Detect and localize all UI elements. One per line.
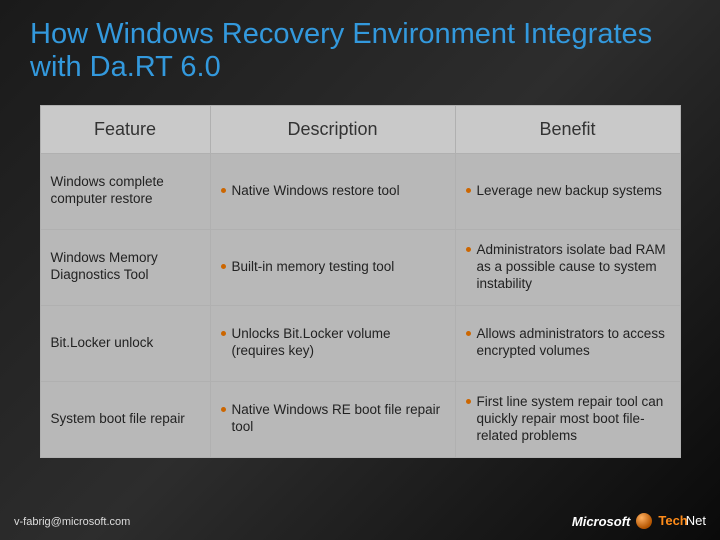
cell-benefit: Administrators isolate bad RAM as a poss… — [455, 229, 680, 305]
footer-email: v-fabrig@microsoft.com — [14, 516, 130, 528]
cell-text: Allows administrators to access encrypte… — [477, 326, 670, 360]
cell-description: Native Windows RE boot file repair tool — [210, 381, 455, 457]
cell-text: Administrators isolate bad RAM as a poss… — [477, 242, 670, 293]
bullet-icon — [221, 407, 226, 412]
bullet-icon — [466, 188, 471, 193]
cell-benefit: Leverage new backup systems — [455, 153, 680, 229]
table-row: System boot file repair Native Windows R… — [40, 381, 680, 457]
cell-description: Native Windows restore tool — [210, 153, 455, 229]
cell-text: Leverage new backup systems — [477, 183, 662, 200]
table-row: Bit.Locker unlock Unlocks Bit.Locker vol… — [40, 305, 680, 381]
cell-benefit: Allows administrators to access encrypte… — [455, 305, 680, 381]
table-row: Windows complete computer restore Native… — [40, 153, 680, 229]
header-description: Description — [210, 105, 455, 153]
table-header-row: Feature Description Benefit — [40, 105, 680, 153]
cell-text: Native Windows RE boot file repair tool — [232, 402, 445, 436]
brand-company: Microsoft — [572, 514, 631, 529]
cell-description: Unlocks Bit.Locker volume (requires key) — [210, 305, 455, 381]
cell-benefit: First line system repair tool can quickl… — [455, 381, 680, 457]
feature-table: Feature Description Benefit Windows comp… — [40, 105, 681, 458]
cell-text: Unlocks Bit.Locker volume (requires key) — [232, 326, 445, 360]
bullet-icon — [221, 188, 226, 193]
sphere-icon — [636, 513, 652, 529]
bullet-icon — [466, 247, 471, 252]
header-feature: Feature — [40, 105, 210, 153]
bullet-icon — [221, 264, 226, 269]
cell-feature: Windows complete computer restore — [40, 153, 210, 229]
brand-product-b: Net — [686, 513, 706, 528]
bullet-icon — [221, 331, 226, 336]
cell-feature: System boot file repair — [40, 381, 210, 457]
header-benefit: Benefit — [455, 105, 680, 153]
page-title: How Windows Recovery Environment Integra… — [30, 18, 690, 85]
bullet-icon — [466, 331, 471, 336]
cell-feature: Bit.Locker unlock — [40, 305, 210, 381]
bullet-icon — [466, 399, 471, 404]
cell-feature: Windows Memory Diagnostics Tool — [40, 229, 210, 305]
table-row: Windows Memory Diagnostics Tool Built-in… — [40, 229, 680, 305]
cell-text: First line system repair tool can quickl… — [477, 394, 670, 445]
brand-logo: Microsoft TechNet — [572, 512, 706, 530]
cell-text: Native Windows restore tool — [232, 183, 400, 200]
brand-product-a: Tech — [658, 513, 687, 528]
cell-description: Built-in memory testing tool — [210, 229, 455, 305]
cell-text: Built-in memory testing tool — [232, 259, 395, 276]
